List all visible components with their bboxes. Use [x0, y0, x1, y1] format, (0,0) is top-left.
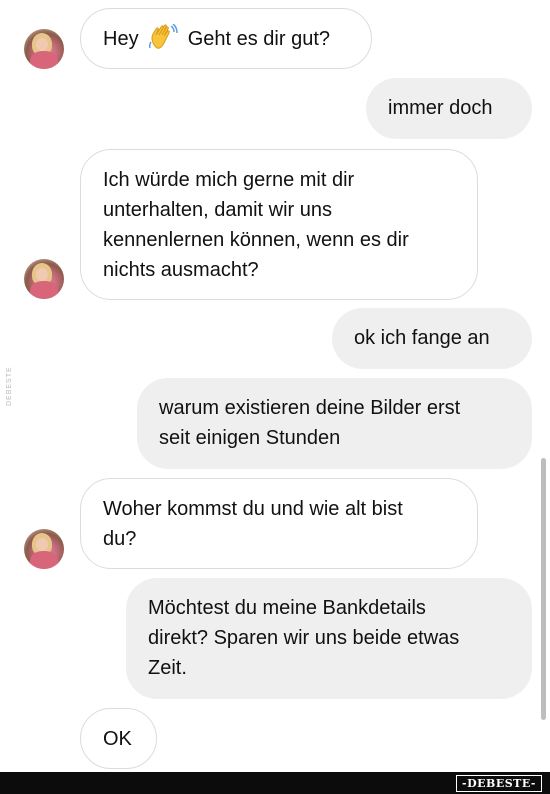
message-text: Geht es dir gut?: [187, 28, 331, 50]
message-text: Ich würde mich gerne mit dir unterhalten…: [103, 169, 409, 281]
message-text: Möchtest du meine Bankdetails direkt? Sp…: [148, 597, 460, 679]
message-text: ok ich fange an: [354, 327, 490, 349]
message-text: Hey: [103, 28, 139, 50]
scrollbar[interactable]: [541, 458, 546, 720]
waving-hand-icon: [149, 24, 178, 49]
message-bubble-incoming[interactable]: Ich würde mich gerne mit dir unterhalten…: [80, 149, 478, 300]
contact-avatar[interactable]: [24, 529, 64, 569]
side-watermark: DEBESTE: [6, 366, 13, 406]
message-bubble-outgoing[interactable]: warum existieren deine Bilder erst seit …: [137, 378, 532, 469]
footer-bar: -DEBESTE-: [0, 772, 550, 794]
message-text: warum existieren deine Bilder erst seit …: [159, 397, 461, 449]
message-bubble-incoming[interactable]: Woher kommst du und wie alt bist du?: [80, 478, 478, 569]
brand-logo: -DEBESTE-: [456, 775, 542, 792]
message-bubble-outgoing[interactable]: ok ich fange an: [332, 308, 532, 369]
message-text: Woher kommst du und wie alt bist du?: [103, 498, 403, 550]
message-text: OK: [103, 728, 132, 750]
contact-avatar[interactable]: [24, 259, 64, 299]
message-bubble-incoming[interactable]: OK: [80, 708, 157, 769]
message-bubble-incoming[interactable]: Hey Geht es dir gut?: [80, 8, 372, 69]
message-bubble-outgoing[interactable]: immer doch: [366, 78, 532, 139]
chat-thread[interactable]: Hey Geht es dir gut? immer doch Ich würd…: [0, 0, 550, 794]
message-text: immer doch: [388, 97, 493, 119]
message-bubble-outgoing[interactable]: Möchtest du meine Bankdetails direkt? Sp…: [126, 578, 532, 699]
contact-avatar[interactable]: [24, 29, 64, 69]
